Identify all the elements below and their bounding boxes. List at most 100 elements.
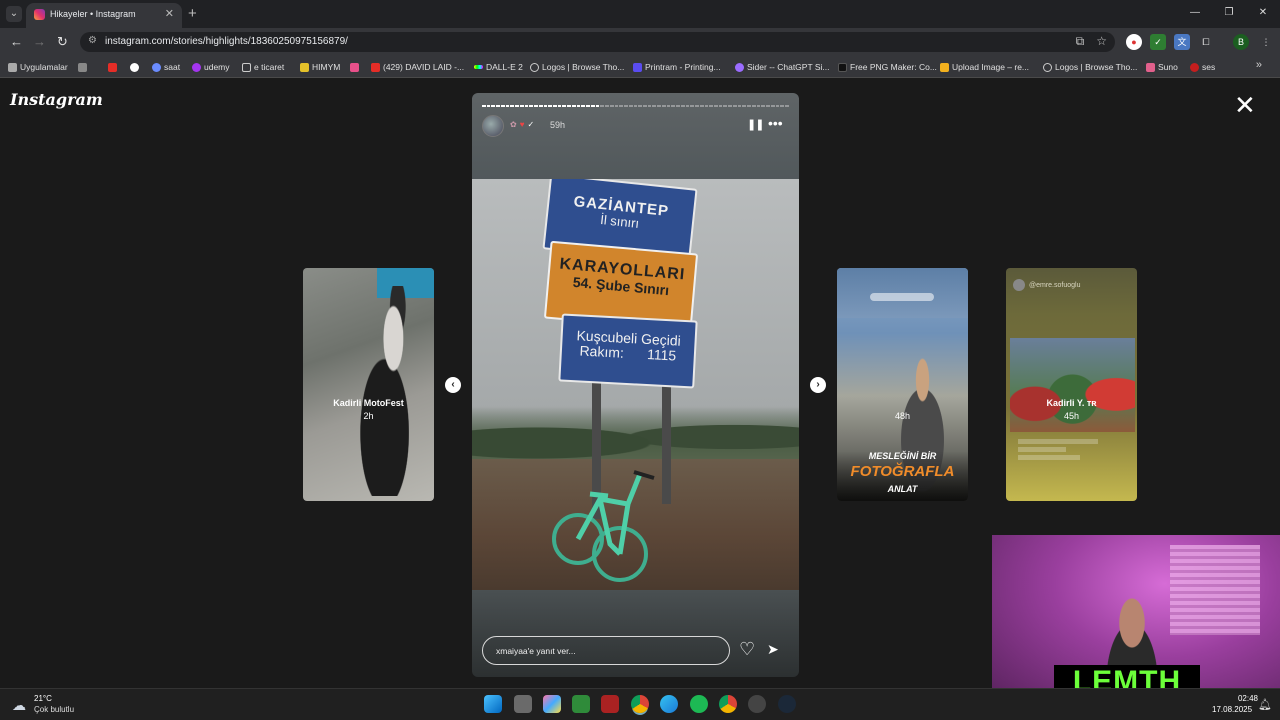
youtube-icon: [371, 62, 380, 72]
translate-extension-icon[interactable]: 文: [1174, 34, 1190, 50]
address-bar[interactable]: ⚙ instagram.com/stories/highlights/18360…: [80, 32, 1115, 52]
restore-icon[interactable]: ❐: [1212, 0, 1246, 28]
bookmark-printram[interactable]: Printram - Printing...: [633, 60, 721, 74]
story-author-badges[interactable]: ✿ ♥ ✓: [510, 120, 534, 129]
bookmark-label: Uygulamalar: [20, 62, 68, 72]
bookmark-label: Logos | Browse Tho...: [1055, 62, 1138, 72]
sign-altitude-value: 1115: [646, 345, 677, 364]
reply-placeholder: xmaiyaa'e yanıt ver...: [496, 646, 576, 656]
tag: [1018, 439, 1098, 444]
bookmark-david-laid[interactable]: (429) DAVID LAID -...: [371, 60, 464, 74]
url-text[interactable]: instagram.com/stories/highlights/1836025…: [105, 36, 348, 47]
instagram-logo[interactable]: Instagram: [10, 90, 103, 109]
tag: [1018, 455, 1080, 460]
copilot-icon[interactable]: [543, 695, 561, 713]
bookmarks-overflow-icon[interactable]: »: [1256, 59, 1262, 71]
edge-icon[interactable]: [660, 695, 678, 713]
site-info-icon[interactable]: ⚙: [88, 35, 97, 46]
bookmark-star-icon[interactable]: ☆: [1096, 34, 1107, 49]
story-thumbnail-next[interactable]: 48h MESLEĞİNİ BİR FOTOĞRAFLA ANLAT: [837, 268, 968, 501]
start-icon[interactable]: [484, 695, 502, 713]
story-author: Kadirli Y. ᴛʀ: [1046, 398, 1097, 408]
steam-icon[interactable]: [778, 695, 796, 713]
app-icon[interactable]: [601, 695, 619, 713]
chrome-icon[interactable]: [631, 695, 649, 713]
chrome-profile-icon[interactable]: [719, 695, 737, 713]
extensions-puzzle-icon[interactable]: ⧠: [1198, 34, 1214, 50]
bookmark-dalle[interactable]: DALL-E 2: [474, 60, 523, 74]
reply-input[interactable]: xmaiyaa'e yanıt ver...: [482, 636, 730, 665]
browser-menu-icon[interactable]: ⋮: [1258, 34, 1274, 50]
clock-date[interactable]: 17.08.2025: [1212, 705, 1252, 714]
bookmark-grid[interactable]: [78, 60, 87, 74]
window-close-icon[interactable]: ✕: [1246, 0, 1280, 28]
sign-altitude-label: Rakım:: [579, 342, 625, 361]
bookmark-label: Sider -- ChatGPT Si...: [747, 62, 830, 72]
notification-bell-icon[interactable]: 🔔︎: [1258, 698, 1272, 711]
browser-toolbar: ← → ↻ ⚙ instagram.com/stories/highlights…: [0, 28, 1280, 56]
cloud-weather-icon[interactable]: ☁: [12, 697, 26, 714]
browser-tab-strip: ⌄ Hikayeler • Instagram ✕ + — ❐ ✕: [0, 0, 1280, 28]
spotify-icon[interactable]: [690, 695, 708, 713]
previous-story-button[interactable]: ‹: [445, 377, 461, 393]
story-author-avatar[interactable]: [482, 115, 504, 137]
close-stories-icon[interactable]: ✕: [1234, 92, 1256, 118]
bookmark-apps[interactable]: Uygulamalar: [8, 60, 68, 74]
tab-search-icon[interactable]: ⌄: [6, 6, 22, 22]
sign-pass: Kuşcubeli Geçidi Rakım: 1115: [558, 313, 698, 389]
bookmark-himym[interactable]: HIMYM: [300, 60, 340, 74]
logos-icon: [530, 62, 539, 72]
profile-avatar[interactable]: B: [1233, 34, 1249, 50]
app-icon[interactable]: [572, 695, 590, 713]
tab-close-icon[interactable]: ✕: [165, 7, 174, 20]
back-arrow-icon[interactable]: ←: [10, 34, 23, 49]
like-heart-icon[interactable]: ♡: [739, 639, 755, 660]
bookmark-label: DALL-E 2: [486, 62, 523, 72]
clock-time[interactable]: 02:48: [1222, 694, 1258, 703]
weather-description[interactable]: Çok bulutlu: [34, 705, 74, 714]
more-options-icon[interactable]: •••: [768, 115, 783, 131]
story-thumbnail-next-2[interactable]: @emre.sofuoglu Kadirli Y. ᴛʀ 45h: [1006, 268, 1137, 501]
bookmark-youtube[interactable]: [108, 60, 117, 74]
next-story-button[interactable]: ›: [810, 377, 826, 393]
install-app-icon[interactable]: ⧉: [1076, 34, 1085, 49]
window-controls: — ❐ ✕: [1178, 0, 1280, 28]
story-author: Kadirli MotoFest: [333, 398, 404, 408]
bookmark-sider[interactable]: Sider -- ChatGPT Si...: [735, 60, 830, 74]
story-thumbnail-prev[interactable]: Kadirli MotoFest 2h: [303, 268, 434, 501]
shield-extension-icon[interactable]: ✓: [1150, 34, 1166, 50]
minimize-icon[interactable]: —: [1178, 0, 1212, 28]
bookmark-logos-2[interactable]: Logos | Browse Tho...: [1043, 60, 1137, 74]
tab-instagram[interactable]: Hikayeler • Instagram ✕: [26, 3, 182, 28]
bookmark-suno[interactable]: Suno: [1146, 60, 1178, 74]
bookmark-label: udemy: [204, 62, 230, 72]
reload-icon[interactable]: ↻: [57, 34, 68, 50]
bookmark-png-maker[interactable]: Free PNG Maker: Co...: [838, 60, 937, 74]
send-icon[interactable]: ➤: [767, 641, 779, 658]
new-tab-button[interactable]: +: [188, 5, 197, 22]
bookmark-app[interactable]: [350, 60, 359, 74]
bookmark-ses[interactable]: ses: [1190, 60, 1215, 74]
bookmark-logos[interactable]: Logos | Browse Tho...: [530, 60, 624, 74]
suno-icon: [1146, 62, 1155, 72]
mention-tags: [1018, 439, 1128, 460]
youtube-icon: [108, 62, 117, 72]
emoji-icon: ✿: [510, 120, 517, 129]
bookmark-saat[interactable]: saat: [152, 60, 180, 74]
bookmark-udemy[interactable]: udemy: [192, 60, 230, 74]
task-view-icon[interactable]: [514, 695, 532, 713]
pause-icon[interactable]: ❚❚: [747, 118, 764, 131]
forward-arrow-icon[interactable]: →: [33, 34, 46, 49]
weather-temperature[interactable]: 21°C: [34, 694, 52, 703]
bookmark-e-ticaret[interactable]: e ticaret: [242, 60, 284, 74]
repost-username: @emre.sofuoglu: [1029, 281, 1081, 289]
bookmark-google[interactable]: [130, 60, 139, 74]
clock-icon: [152, 62, 161, 72]
active-story[interactable]: ✿ ♥ ✓ 59h ❚❚ ••• GAZİANTEP İl sınırı KAR…: [472, 93, 799, 677]
app-icon[interactable]: [748, 695, 766, 713]
sticker: [870, 293, 934, 301]
extension-icon[interactable]: ●: [1126, 34, 1142, 50]
bookmark-label: HIMYM: [312, 62, 341, 72]
story-photo: GAZİANTEP İl sınırı KARAYOLLARI 54. Şube…: [472, 179, 799, 590]
bookmark-upload-image[interactable]: Upload Image – re...: [940, 60, 1029, 74]
